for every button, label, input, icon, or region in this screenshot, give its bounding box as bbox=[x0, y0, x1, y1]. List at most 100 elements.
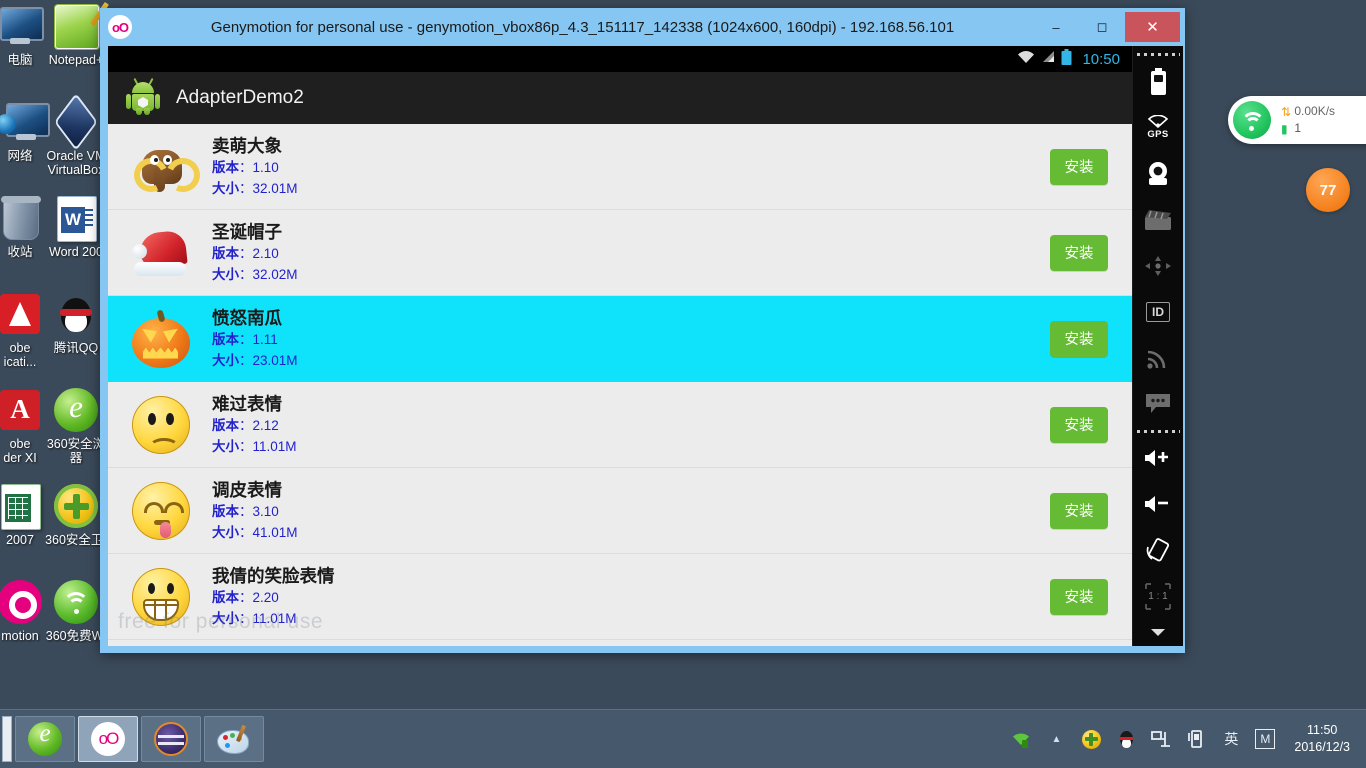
app-size: 11.01M bbox=[252, 438, 297, 454]
app-version: 2.20 bbox=[252, 589, 279, 605]
app-version: 1.11 bbox=[252, 331, 278, 347]
app-size-row: 大小：32.02M bbox=[212, 266, 298, 282]
word-icon bbox=[52, 194, 100, 242]
app-meta: 调皮表情 版本：3.10 大小：41.01M bbox=[212, 479, 1050, 543]
table-row[interactable]: 调皮表情 版本：3.10 大小：41.01M 安装 bbox=[108, 468, 1132, 554]
app-meta: 我倩的笑脸表情 版本：2.20 大小：11.01M bbox=[212, 565, 1050, 629]
install-button[interactable]: 安装 bbox=[1050, 148, 1108, 185]
tray-network-icon[interactable] bbox=[1150, 728, 1172, 750]
genymotion-window: oO Genymotion for personal use - genymot… bbox=[100, 8, 1185, 653]
app-size-row: 大小：11.01M bbox=[212, 610, 297, 626]
genymotion-toolbar: GPS ID 1: 1 bbox=[1132, 46, 1183, 646]
app-size-row: 大小：32.01M bbox=[212, 180, 298, 196]
battery-icon bbox=[1061, 48, 1072, 70]
taskbar-buttons: e oO bbox=[0, 710, 264, 768]
size-label: 大小 bbox=[212, 524, 239, 540]
app-meta: 愤怒南瓜 版本：1.11 大小：23.01M bbox=[212, 307, 1050, 371]
app-name: 调皮表情 bbox=[212, 479, 282, 500]
genymotion-logo-text: oO bbox=[111, 19, 129, 35]
version-label: 版本 bbox=[212, 589, 239, 605]
size-label: 大小 bbox=[212, 352, 239, 368]
volume-up-icon[interactable] bbox=[1133, 436, 1184, 482]
app-title: AdapterDemo2 bbox=[176, 87, 304, 108]
rotate-screen-icon[interactable] bbox=[1133, 527, 1184, 573]
network-signal-icon[interactable] bbox=[1133, 335, 1184, 381]
cellular-signal-icon bbox=[1041, 50, 1055, 68]
window-title-bar[interactable]: oO Genymotion for personal use - genymot… bbox=[100, 8, 1185, 46]
app-thumbnail-pumpkin bbox=[130, 308, 192, 370]
size-label: 大小 bbox=[212, 610, 239, 626]
table-row[interactable]: 愤怒南瓜 版本：1.11 大小：23.01M 安装 bbox=[108, 296, 1132, 382]
app-version-row: 版本：3.10 bbox=[212, 503, 279, 519]
tray-qq-icon[interactable] bbox=[1115, 728, 1137, 750]
camera-icon[interactable] bbox=[1133, 151, 1184, 197]
device-icon: ▮ bbox=[1281, 122, 1288, 136]
more-chevron-icon[interactable] bbox=[1133, 619, 1184, 646]
taskbar-clock[interactable]: 11:50 2016/12/3 bbox=[1294, 722, 1350, 756]
app-version: 1.10 bbox=[252, 159, 279, 175]
battery-widget-icon[interactable] bbox=[1133, 59, 1184, 105]
android-action-bar: AdapterDemo2 bbox=[108, 72, 1132, 125]
size-label: 大小 bbox=[212, 180, 239, 196]
install-button[interactable]: 安装 bbox=[1050, 320, 1108, 357]
app-meta: 卖萌大象 版本：1.10 大小：32.01M bbox=[212, 135, 1050, 199]
identifiers-icon[interactable]: ID bbox=[1133, 289, 1184, 335]
version-label: 版本 bbox=[212, 159, 239, 175]
tray-show-hidden-icon[interactable]: ▲ bbox=[1045, 728, 1067, 750]
wifi-widget-device-count: 1 bbox=[1294, 121, 1302, 135]
install-button[interactable]: 安装 bbox=[1050, 578, 1108, 615]
sms-icon[interactable] bbox=[1133, 381, 1184, 427]
tray-360-guard-icon[interactable] bbox=[1080, 728, 1102, 750]
qq-penguin-icon bbox=[52, 290, 100, 338]
tray-wifi-icon[interactable] bbox=[1010, 728, 1032, 750]
install-button[interactable]: 安装 bbox=[1050, 406, 1108, 443]
taskbar-paint[interactable] bbox=[204, 716, 264, 762]
close-button[interactable]: ✕ bbox=[1125, 12, 1180, 42]
wifi-icon bbox=[1017, 50, 1035, 69]
app-meta: 难过表情 版本：2.12 大小：11.01M bbox=[212, 393, 1050, 457]
table-row[interactable]: 卖萌大象 版本：1.10 大小：32.01M 安装 bbox=[108, 124, 1132, 210]
360-wifi-floating-widget[interactable]: ⇅ 0.00K/s ▮ 1 bbox=[1228, 96, 1366, 144]
wifi-widget-speed-row: ⇅ 0.00K/s bbox=[1281, 103, 1335, 120]
dpad-icon[interactable] bbox=[1133, 243, 1184, 289]
taskbar-eclipse[interactable] bbox=[141, 716, 201, 762]
scale-one-to-one-icon[interactable]: 1 : 1 bbox=[1133, 573, 1184, 619]
genymotion-window-icon: oO bbox=[108, 15, 132, 39]
app-version-row: 版本：2.10 bbox=[212, 245, 279, 261]
table-row[interactable]: 圣诞帽子 版本：2.10 大小：32.02M 安装 bbox=[108, 210, 1132, 296]
taskbar-date: 2016/12/3 bbox=[1294, 740, 1350, 754]
table-row[interactable]: 我倩的笑脸表情 版本：2.20 大小：11.01M 安装 bbox=[108, 554, 1132, 640]
tray-battery-icon[interactable] bbox=[1185, 728, 1207, 750]
wifi-widget-speed: 0.00K/s bbox=[1294, 104, 1336, 118]
volume-down-icon[interactable] bbox=[1133, 481, 1184, 527]
app-size-row: 大小：23.01M bbox=[212, 352, 298, 368]
version-label: 版本 bbox=[212, 503, 239, 519]
minimize-button[interactable]: ‒ bbox=[1033, 12, 1079, 42]
taskbar-start-sliver[interactable] bbox=[2, 716, 12, 762]
taskbar-360-browser[interactable]: e bbox=[15, 716, 75, 762]
tray-m-icon[interactable]: M bbox=[1255, 729, 1276, 749]
wifi-widget-icon bbox=[1233, 101, 1271, 139]
tray-ime-icon[interactable]: 英 bbox=[1220, 728, 1242, 750]
app-thumbnail-sad-face bbox=[130, 394, 192, 456]
android-robot-icon bbox=[126, 77, 160, 115]
install-button[interactable]: 安装 bbox=[1050, 234, 1108, 271]
floating-badge[interactable]: 77 bbox=[1306, 168, 1350, 212]
app-size-row: 大小：11.01M bbox=[212, 438, 297, 454]
taskbar-genymotion[interactable]: oO bbox=[78, 716, 138, 762]
app-size-row: 大小：41.01M bbox=[212, 524, 298, 540]
app-list[interactable]: 卖萌大象 版本：1.10 大小：32.01M 安装 圣诞帽子 版本：2.10 大… bbox=[108, 124, 1132, 646]
app-size: 23.01M bbox=[252, 352, 298, 368]
version-label: 版本 bbox=[212, 331, 239, 347]
video-recorder-icon[interactable] bbox=[1133, 197, 1184, 243]
android-screen: 10:50 AdapterDemo2 卖萌大象 版本：1.10 大小：32.01… bbox=[108, 46, 1132, 646]
app-thumbnail-elephant bbox=[129, 136, 205, 198]
app-version-row: 版本：2.12 bbox=[212, 417, 279, 433]
gps-icon[interactable]: GPS bbox=[1133, 105, 1184, 151]
maximize-button[interactable]: ◻ bbox=[1079, 12, 1125, 42]
table-row[interactable]: 难过表情 版本：2.12 大小：11.01M 安装 bbox=[108, 382, 1132, 468]
install-button[interactable]: 安装 bbox=[1050, 492, 1108, 529]
size-label: 大小 bbox=[212, 438, 239, 454]
app-name: 我倩的笑脸表情 bbox=[212, 565, 335, 586]
app-version: 2.12 bbox=[252, 417, 279, 433]
